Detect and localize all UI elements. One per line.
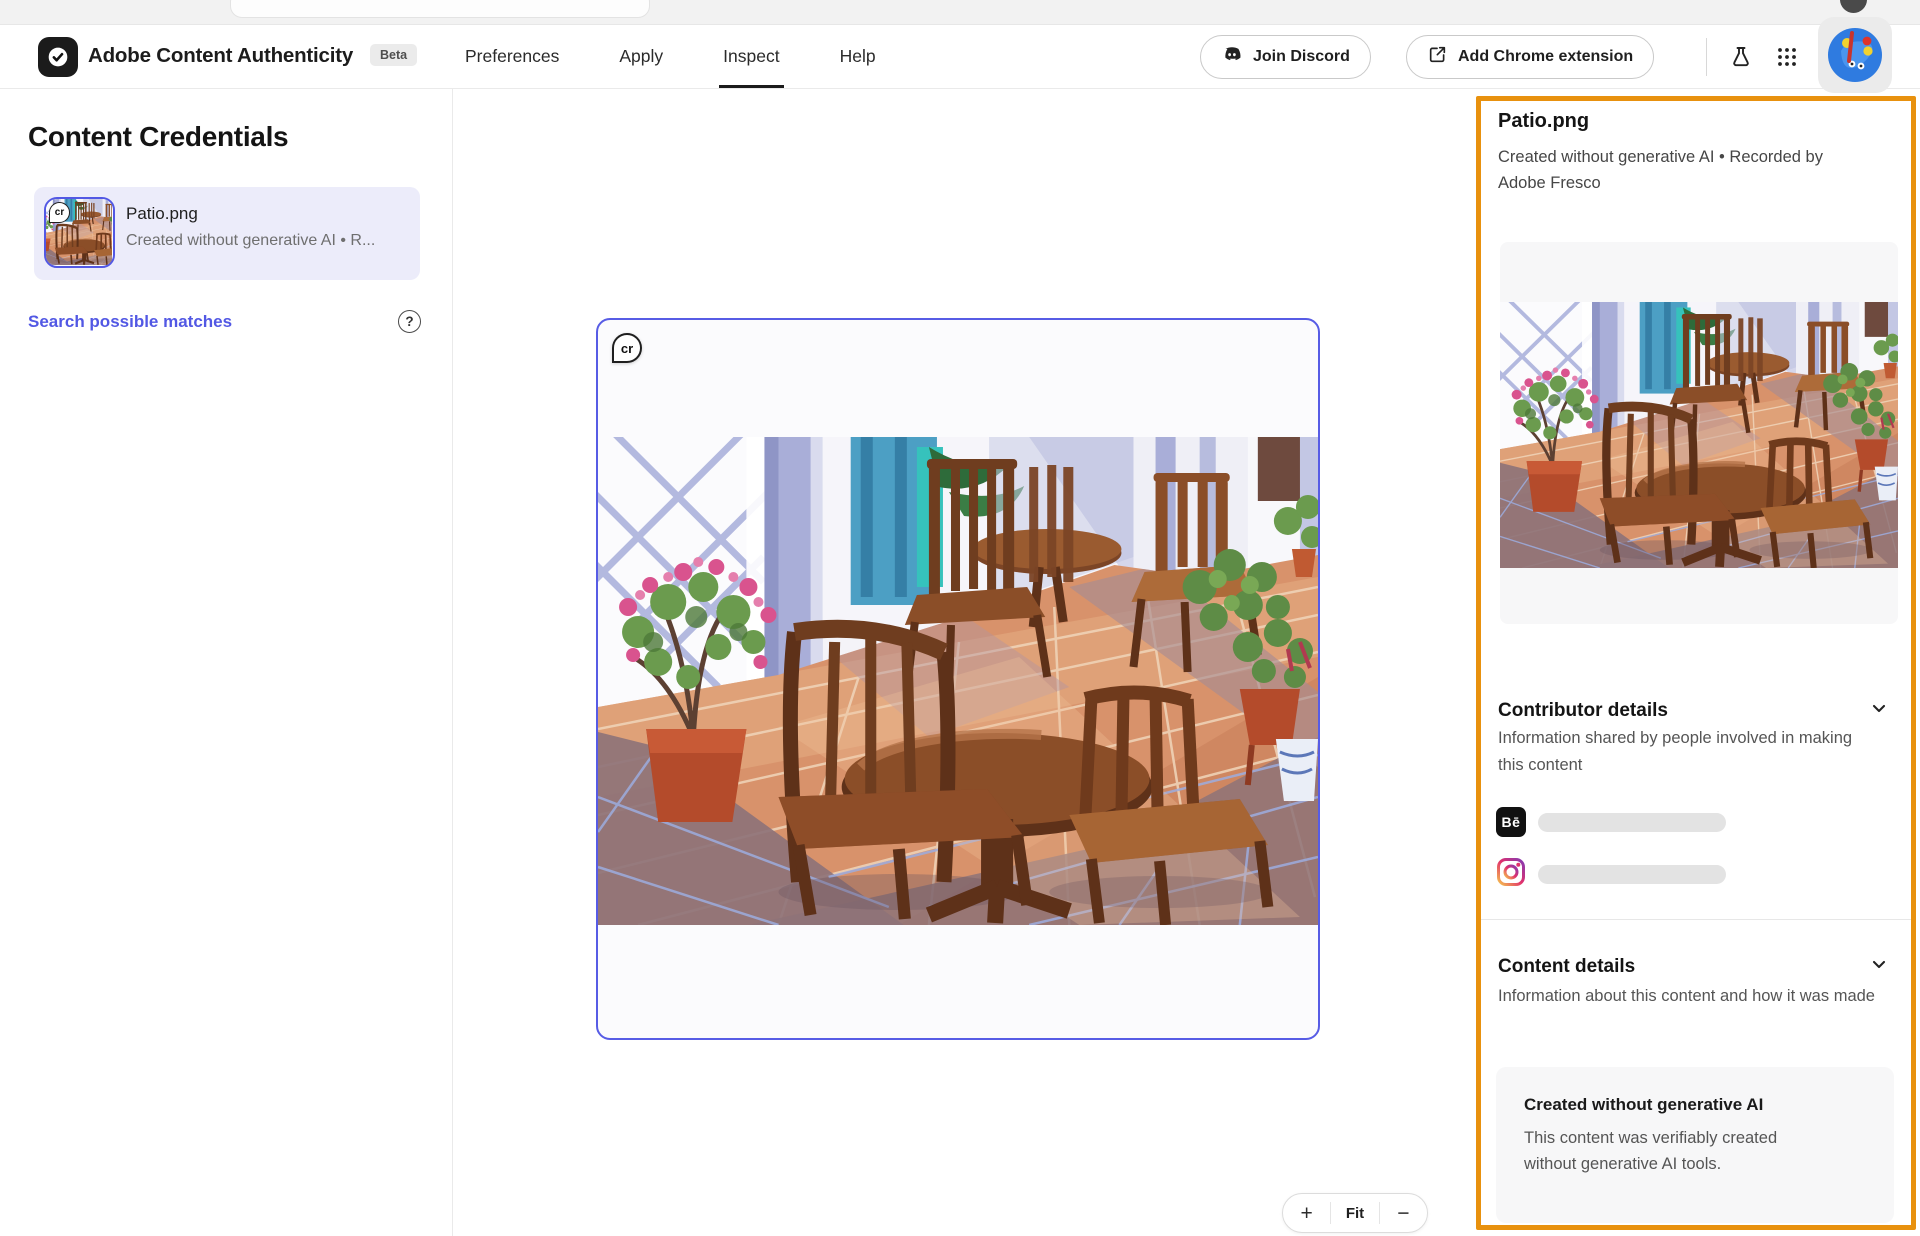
app-title: Adobe Content Authenticity xyxy=(88,44,353,68)
tab-help[interactable]: Help xyxy=(840,25,876,88)
contributor-details-description: Information shared by people involved in… xyxy=(1498,725,1882,778)
file-summary: Created without generative AI • R... xyxy=(126,232,414,250)
beaker-flask-icon[interactable] xyxy=(1722,38,1760,76)
file-thumbnail: cr xyxy=(44,197,115,268)
redacted-handle xyxy=(1538,813,1726,832)
panel-file-title: Patio.png xyxy=(1498,110,1589,133)
panel-file-subtitle: Created without generative AI • Recorded… xyxy=(1498,145,1870,196)
beta-badge: Beta xyxy=(370,44,417,66)
details-panel: Patio.png Created without generative AI … xyxy=(1476,96,1916,1230)
apps-grid-icon[interactable] xyxy=(1770,38,1804,76)
contributor-details-header[interactable]: Contributor details xyxy=(1498,697,1890,724)
content-details-description: Information about this content and how i… xyxy=(1498,983,1882,1010)
instagram-icon xyxy=(1496,857,1526,892)
info-card-title: Created without generative AI xyxy=(1524,1095,1763,1115)
content-details-title: Content details xyxy=(1498,956,1635,978)
contributor-details-title: Contributor details xyxy=(1498,700,1668,722)
browser-omnibox-remnant xyxy=(230,0,650,18)
search-possible-matches-link[interactable]: Search possible matches xyxy=(28,312,232,332)
zoom-out-button[interactable]: − xyxy=(1380,1194,1427,1232)
tab-preferences[interactable]: Preferences xyxy=(465,25,559,88)
zoom-in-button[interactable]: + xyxy=(1283,1194,1330,1232)
generative-ai-info-card: Created without generative AI This conte… xyxy=(1496,1067,1894,1223)
discord-icon xyxy=(1221,44,1243,71)
tab-apply[interactable]: Apply xyxy=(619,25,663,88)
add-chrome-extension-button[interactable]: Add Chrome extension xyxy=(1406,35,1654,79)
file-name: Patio.png xyxy=(126,204,198,224)
browser-avatar-partial xyxy=(1840,0,1867,13)
image-preview-card xyxy=(1500,242,1898,624)
plus-icon: + xyxy=(1301,1203,1313,1224)
minus-icon: − xyxy=(1397,1203,1409,1224)
tab-inspect[interactable]: Inspect xyxy=(723,25,779,88)
patio-image xyxy=(598,437,1318,925)
browser-strip xyxy=(0,0,1920,25)
join-discord-label: Join Discord xyxy=(1253,48,1350,66)
help-icon[interactable]: ? xyxy=(398,310,421,333)
panel-divider xyxy=(1481,919,1911,920)
join-discord-button[interactable]: Join Discord xyxy=(1200,35,1371,79)
cr-pin-icon: cr xyxy=(49,202,70,223)
chevron-down-icon[interactable] xyxy=(1868,697,1890,724)
header-divider xyxy=(1706,38,1707,76)
zoom-fit-button[interactable]: Fit xyxy=(1331,1194,1378,1232)
screen: Adobe Content Authenticity Beta Preferen… xyxy=(0,0,1920,1236)
content-details-header[interactable]: Content details xyxy=(1498,953,1890,980)
page-title: Content Credentials xyxy=(28,121,288,153)
adobe-check-logo-icon xyxy=(38,37,78,77)
file-list-item-patio[interactable]: cr Patio.png Created without generative … xyxy=(34,187,420,280)
chevron-down-icon[interactable] xyxy=(1868,953,1890,980)
external-link-icon xyxy=(1427,44,1448,70)
account-avatar[interactable] xyxy=(1818,17,1892,93)
image-viewer[interactable]: cr xyxy=(596,318,1320,1040)
behance-profile-row[interactable]: Bē xyxy=(1496,807,1726,837)
sidebar: Content Credentials cr Patio.png Created… xyxy=(0,89,453,1236)
app-header: Adobe Content Authenticity Beta Preferen… xyxy=(0,25,1920,89)
instagram-profile-row[interactable] xyxy=(1496,859,1726,889)
cr-pin-icon[interactable]: cr xyxy=(612,333,642,363)
redacted-handle xyxy=(1538,865,1726,884)
info-card-body: This content was verifiably created with… xyxy=(1524,1125,1780,1178)
behance-icon: Bē xyxy=(1496,807,1526,837)
zoom-controls: + Fit − xyxy=(1282,1193,1428,1233)
main-nav: Preferences Apply Inspect Help xyxy=(465,25,876,88)
add-chrome-extension-label: Add Chrome extension xyxy=(1458,48,1633,66)
